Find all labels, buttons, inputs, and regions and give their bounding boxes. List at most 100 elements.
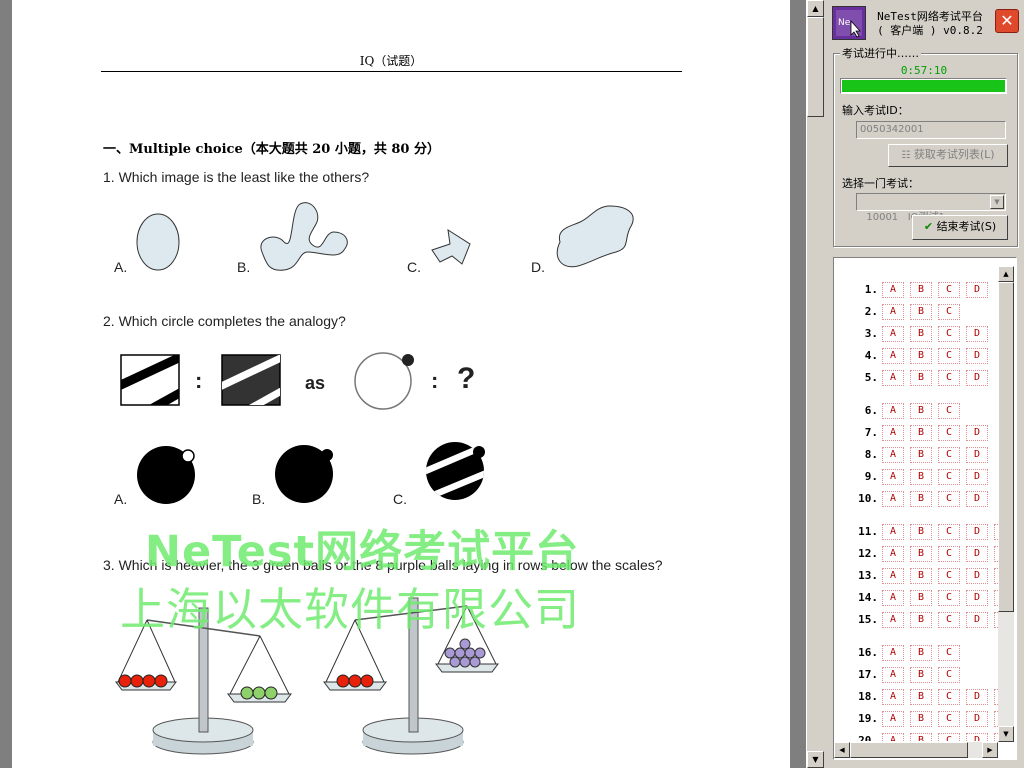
- answer-option-d[interactable]: D: [966, 348, 988, 364]
- answer-option-b[interactable]: B: [910, 447, 932, 463]
- answer-option-b[interactable]: B: [910, 282, 932, 298]
- answer-option-b[interactable]: B: [910, 546, 932, 562]
- answer-option-c[interactable]: C: [938, 711, 960, 727]
- scroll-up-arrow-icon[interactable]: ▲: [998, 266, 1014, 282]
- answer-option-a[interactable]: A: [882, 304, 904, 320]
- chevron-down-icon[interactable]: ▼: [990, 195, 1004, 209]
- answer-option-b[interactable]: B: [910, 667, 932, 683]
- answer-option-b[interactable]: B: [910, 711, 932, 727]
- answer-option-a[interactable]: A: [882, 733, 904, 741]
- end-exam-button[interactable]: ✔ 结束考试(S): [912, 215, 1008, 240]
- answer-option-b[interactable]: B: [910, 689, 932, 705]
- answer-option-c[interactable]: C: [938, 370, 960, 386]
- answer-option-c[interactable]: C: [938, 304, 960, 320]
- answer-option-b[interactable]: B: [910, 491, 932, 507]
- answer-option-c[interactable]: C: [938, 425, 960, 441]
- answer-option-d[interactable]: D: [966, 282, 988, 298]
- answer-option-b[interactable]: B: [910, 568, 932, 584]
- answer-option-c[interactable]: C: [938, 733, 960, 741]
- answer-option-b[interactable]: B: [910, 733, 932, 741]
- answer-option-d[interactable]: D: [966, 711, 988, 727]
- scrollbar-thumb[interactable]: [807, 17, 824, 117]
- answer-vscroll-thumb[interactable]: [998, 282, 1014, 612]
- answer-option-a[interactable]: A: [882, 425, 904, 441]
- answer-option-c[interactable]: C: [938, 568, 960, 584]
- answer-option-c[interactable]: C: [938, 546, 960, 562]
- answer-option-a[interactable]: A: [882, 689, 904, 705]
- answer-option-d[interactable]: D: [966, 546, 988, 562]
- answer-option-a[interactable]: A: [882, 282, 904, 298]
- answer-option-c[interactable]: C: [938, 326, 960, 342]
- answer-option-b[interactable]: B: [910, 304, 932, 320]
- answer-option-b[interactable]: B: [910, 612, 932, 628]
- answer-option-c[interactable]: C: [938, 612, 960, 628]
- answer-option-d[interactable]: D: [966, 447, 988, 463]
- answer-option-b[interactable]: B: [910, 326, 932, 342]
- answer-option-a[interactable]: A: [882, 491, 904, 507]
- red-ball: [118, 674, 132, 688]
- close-icon[interactable]: ✕: [995, 9, 1019, 33]
- exam-select[interactable]: 10001 IQ测试1 ▼: [856, 193, 1006, 223]
- answer-option-d[interactable]: D: [966, 689, 988, 705]
- answer-option-a[interactable]: A: [882, 447, 904, 463]
- exam-progress-bar: [840, 78, 1007, 94]
- answer-option-a[interactable]: A: [882, 370, 904, 386]
- answer-option-c[interactable]: C: [938, 348, 960, 364]
- answer-option-b[interactable]: B: [910, 469, 932, 485]
- answer-option-a[interactable]: A: [882, 612, 904, 628]
- answer-option-c[interactable]: C: [938, 491, 960, 507]
- answer-option-c[interactable]: C: [938, 469, 960, 485]
- answer-option-a[interactable]: A: [882, 546, 904, 562]
- answer-row: 18.ABCDE: [842, 687, 998, 707]
- scroll-down-arrow-icon[interactable]: ▼: [807, 751, 824, 768]
- exam-id-label: 输入考试ID：: [842, 104, 909, 117]
- answer-option-a[interactable]: A: [882, 326, 904, 342]
- answer-option-d[interactable]: D: [966, 568, 988, 584]
- answer-sheet-vscroll[interactable]: ▲ ▼: [998, 266, 1014, 742]
- answer-option-a[interactable]: A: [882, 524, 904, 540]
- scroll-right-arrow-icon[interactable]: ▶: [982, 742, 998, 758]
- answer-option-c[interactable]: C: [938, 645, 960, 661]
- answer-option-b[interactable]: B: [910, 403, 932, 419]
- answer-option-c[interactable]: C: [938, 282, 960, 298]
- answer-hscroll-thumb[interactable]: [850, 742, 968, 758]
- answer-option-c[interactable]: C: [938, 447, 960, 463]
- answer-option-d[interactable]: D: [966, 425, 988, 441]
- answer-option-d[interactable]: D: [966, 733, 988, 741]
- answer-option-c[interactable]: C: [938, 524, 960, 540]
- fetch-exam-list-button[interactable]: ☷ 获取考试列表(L): [888, 144, 1008, 167]
- answer-option-b[interactable]: B: [910, 370, 932, 386]
- answer-option-b[interactable]: B: [910, 348, 932, 364]
- answer-option-b[interactable]: B: [910, 425, 932, 441]
- answer-option-c[interactable]: C: [938, 667, 960, 683]
- answer-option-a[interactable]: A: [882, 590, 904, 606]
- answer-option-c[interactable]: C: [938, 403, 960, 419]
- answer-option-d[interactable]: D: [966, 612, 988, 628]
- answer-option-d[interactable]: D: [966, 326, 988, 342]
- answer-option-d[interactable]: D: [966, 590, 988, 606]
- answer-option-a[interactable]: A: [882, 403, 904, 419]
- answer-option-c[interactable]: C: [938, 590, 960, 606]
- watermark-line-1: NeTest网络考试平台: [145, 527, 580, 577]
- answer-option-c[interactable]: C: [938, 689, 960, 705]
- answer-option-d[interactable]: D: [966, 370, 988, 386]
- answer-option-d[interactable]: D: [966, 491, 988, 507]
- answer-option-b[interactable]: B: [910, 524, 932, 540]
- scroll-up-arrow-icon[interactable]: ▲: [807, 0, 824, 17]
- answer-option-a[interactable]: A: [882, 469, 904, 485]
- answer-option-d[interactable]: D: [966, 524, 988, 540]
- answer-option-b[interactable]: B: [910, 645, 932, 661]
- scroll-left-arrow-icon[interactable]: ◀: [834, 742, 850, 758]
- answer-option-d[interactable]: D: [966, 469, 988, 485]
- answer-option-b[interactable]: B: [910, 590, 932, 606]
- answer-option-a[interactable]: A: [882, 568, 904, 584]
- answer-option-a[interactable]: A: [882, 645, 904, 661]
- red-ball: [348, 674, 362, 688]
- answer-option-a[interactable]: A: [882, 667, 904, 683]
- answer-option-a[interactable]: A: [882, 711, 904, 727]
- scroll-down-arrow-icon[interactable]: ▼: [998, 726, 1014, 742]
- exam-id-field[interactable]: 0050342001: [856, 121, 1006, 139]
- document-scrollbar[interactable]: ▲ ▼: [806, 0, 824, 768]
- answer-option-a[interactable]: A: [882, 348, 904, 364]
- answer-sheet-hscroll[interactable]: ◀ ▶: [834, 742, 998, 758]
